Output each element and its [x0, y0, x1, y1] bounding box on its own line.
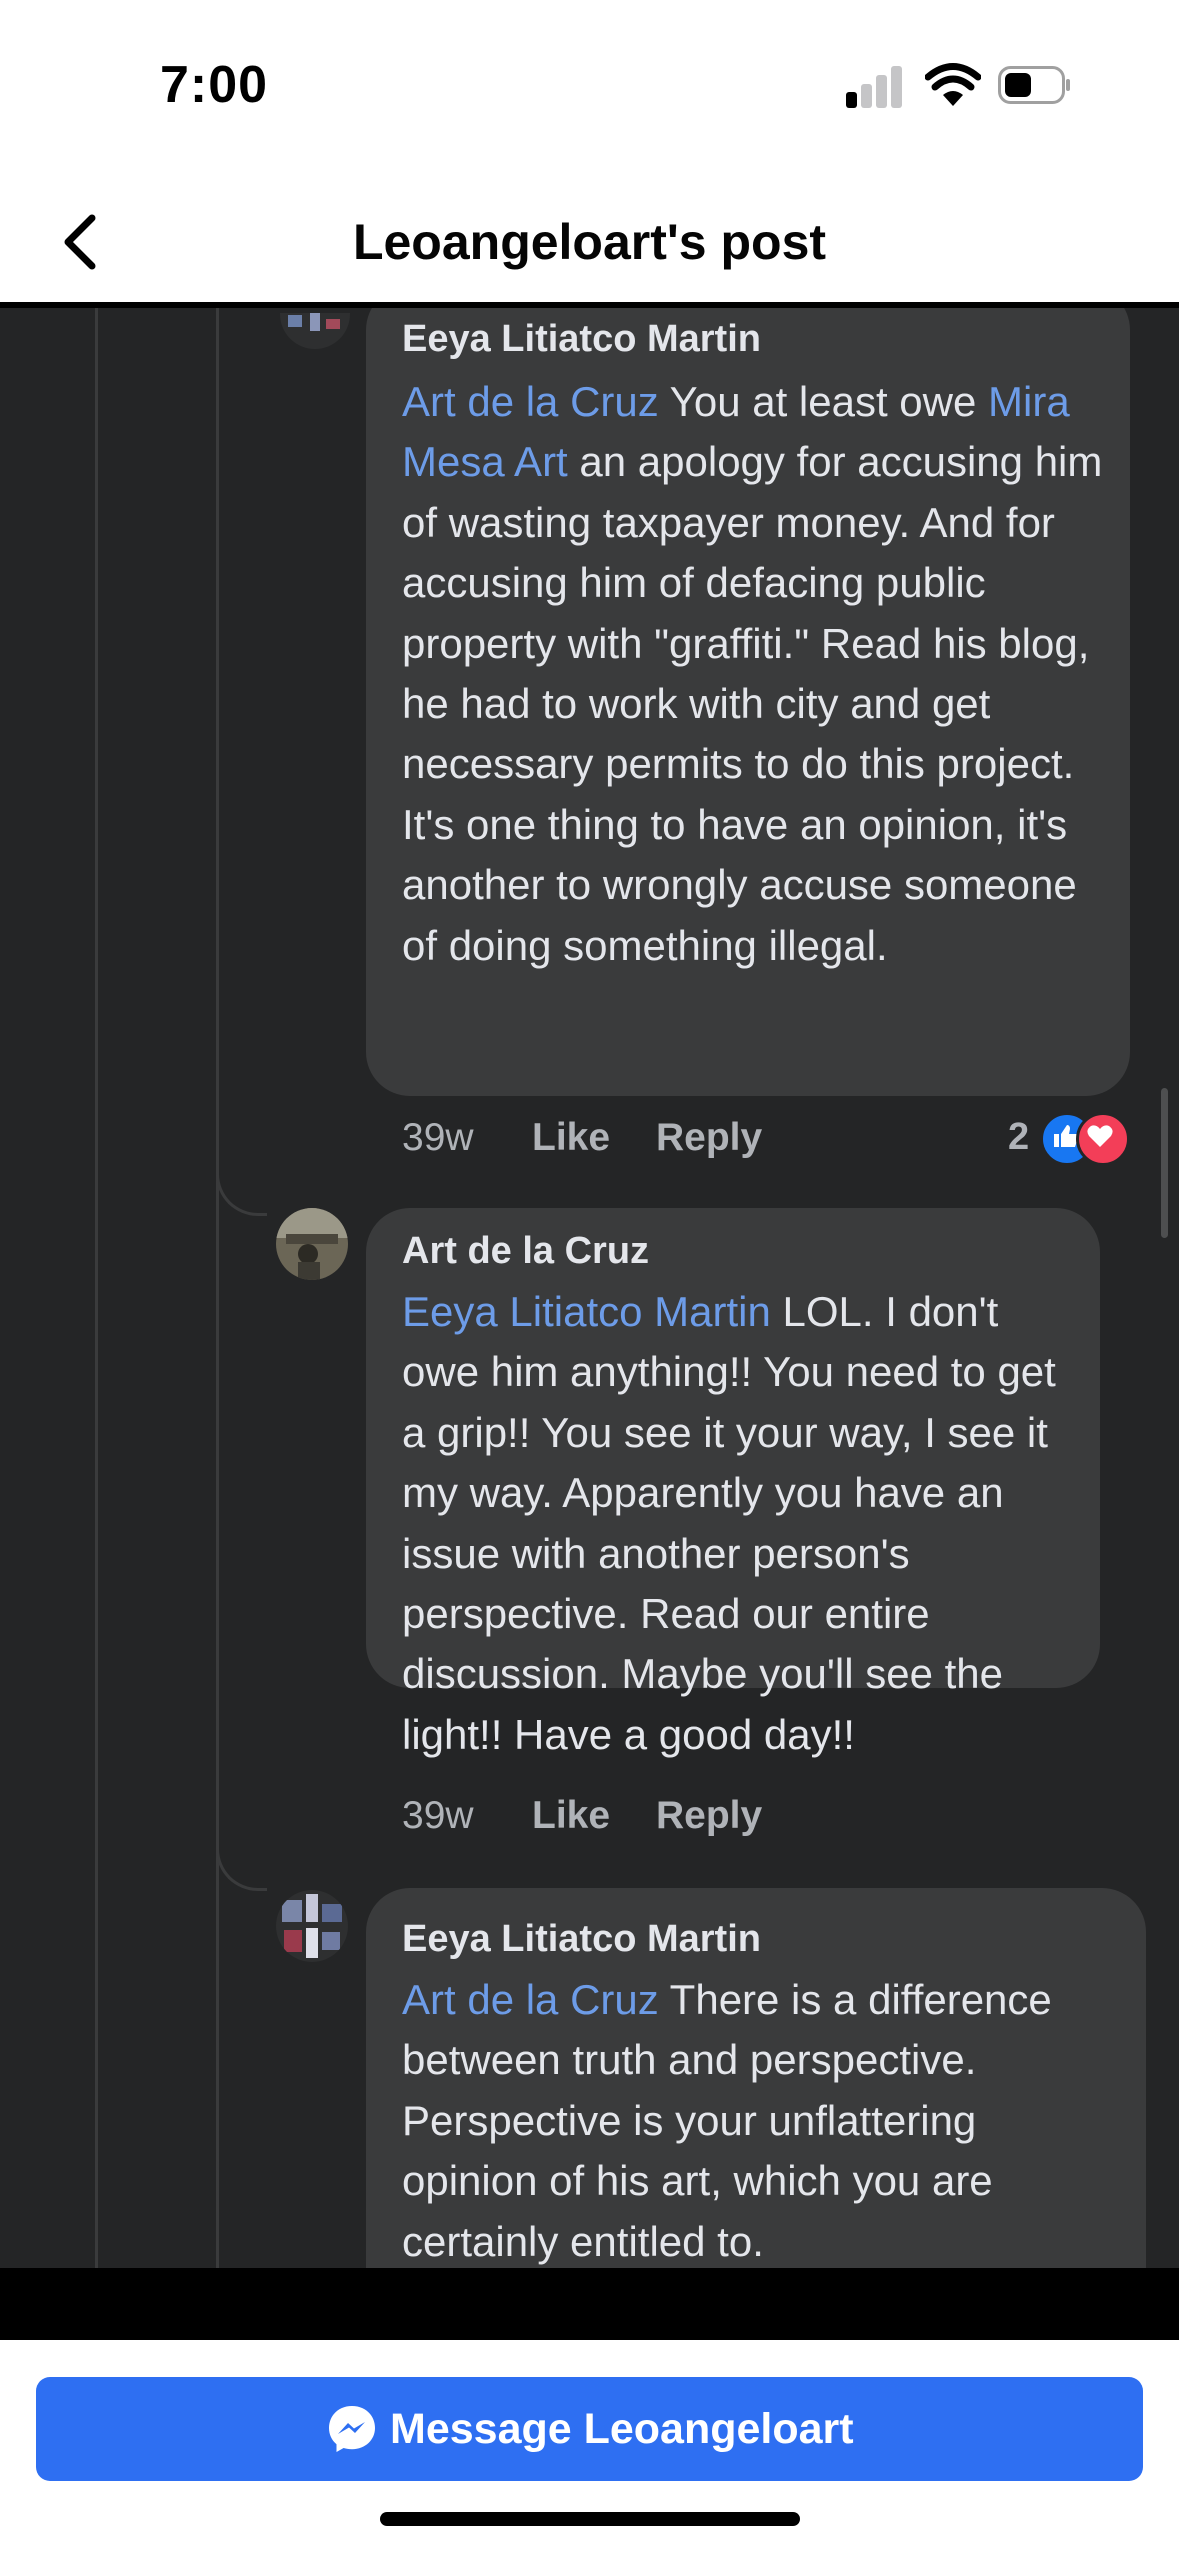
- comment-time[interactable]: 39w: [402, 1794, 474, 1838]
- status-time: 7:00: [160, 56, 269, 114]
- home-indicator[interactable]: [380, 2512, 800, 2526]
- comment-author[interactable]: Eeya Litiatco Martin: [402, 1916, 1122, 1962]
- mention-link[interactable]: Eeya Litiatco Martin: [402, 1288, 771, 1335]
- message-button[interactable]: Message Leoangeloart: [36, 2377, 1143, 2481]
- love-icon: [1076, 1112, 1130, 1166]
- like-button[interactable]: Like: [532, 1116, 610, 1160]
- post-image: Eeya Litiatco Martin Art de la Cruz You …: [0, 308, 1179, 2268]
- reaction-summary[interactable]: 2: [1008, 1112, 1148, 1166]
- comment-time[interactable]: 39w: [402, 1116, 474, 1160]
- wifi-icon: [925, 63, 981, 106]
- comment-text: Art de la Cruz You at least owe Mira Mes…: [402, 378, 1103, 969]
- thread-line: [95, 308, 98, 2268]
- thread-connector: [216, 1163, 267, 1216]
- avatar[interactable]: [276, 1890, 348, 1962]
- reply-button[interactable]: Reply: [656, 1794, 762, 1838]
- mention-link[interactable]: Art de la Cruz: [402, 378, 659, 425]
- message-button-label: Message Leoangeloart: [390, 2405, 854, 2453]
- cellular-signal-icon: [846, 64, 906, 108]
- thread-line: [216, 308, 219, 2268]
- thread-connector: [216, 1838, 267, 1891]
- comment-actions: 39w Like Reply: [402, 1116, 802, 1166]
- scrollbar[interactable]: [1161, 1088, 1168, 1238]
- like-button[interactable]: Like: [532, 1794, 610, 1838]
- navigation-bar: Leoangeloart's post: [0, 180, 1179, 308]
- status-bar: 7:00: [0, 0, 1179, 180]
- battery-icon: [998, 66, 1070, 104]
- comment-text: Eeya Litiatco Martin LOL. I don't owe hi…: [402, 1288, 1056, 1758]
- avatar[interactable]: [280, 313, 350, 349]
- comment-bubble: Eeya Litiatco Martin Art de la Cruz You …: [366, 308, 1130, 1096]
- page-title: Leoangeloart's post: [352, 214, 827, 270]
- messenger-icon: [329, 2406, 375, 2452]
- comment-actions: 39w Like Reply: [402, 1794, 802, 1844]
- mention-link[interactable]: Art de la Cruz: [402, 1976, 659, 2023]
- reaction-count: 2: [1008, 1116, 1030, 1158]
- image-bottom-edge: [0, 2268, 1179, 2340]
- comment-author[interactable]: Art de la Cruz: [402, 1228, 1076, 1274]
- comment-text: Art de la Cruz There is a difference bet…: [402, 1976, 1052, 2265]
- reply-button[interactable]: Reply: [656, 1116, 762, 1160]
- comment-author[interactable]: Eeya Litiatco Martin: [402, 316, 1106, 362]
- avatar[interactable]: [276, 1208, 348, 1280]
- comment-bubble: Eeya Litiatco Martin Art de la Cruz Ther…: [366, 1888, 1146, 2268]
- comment-bubble: Art de la Cruz Eeya Litiatco Martin LOL.…: [366, 1208, 1100, 1758]
